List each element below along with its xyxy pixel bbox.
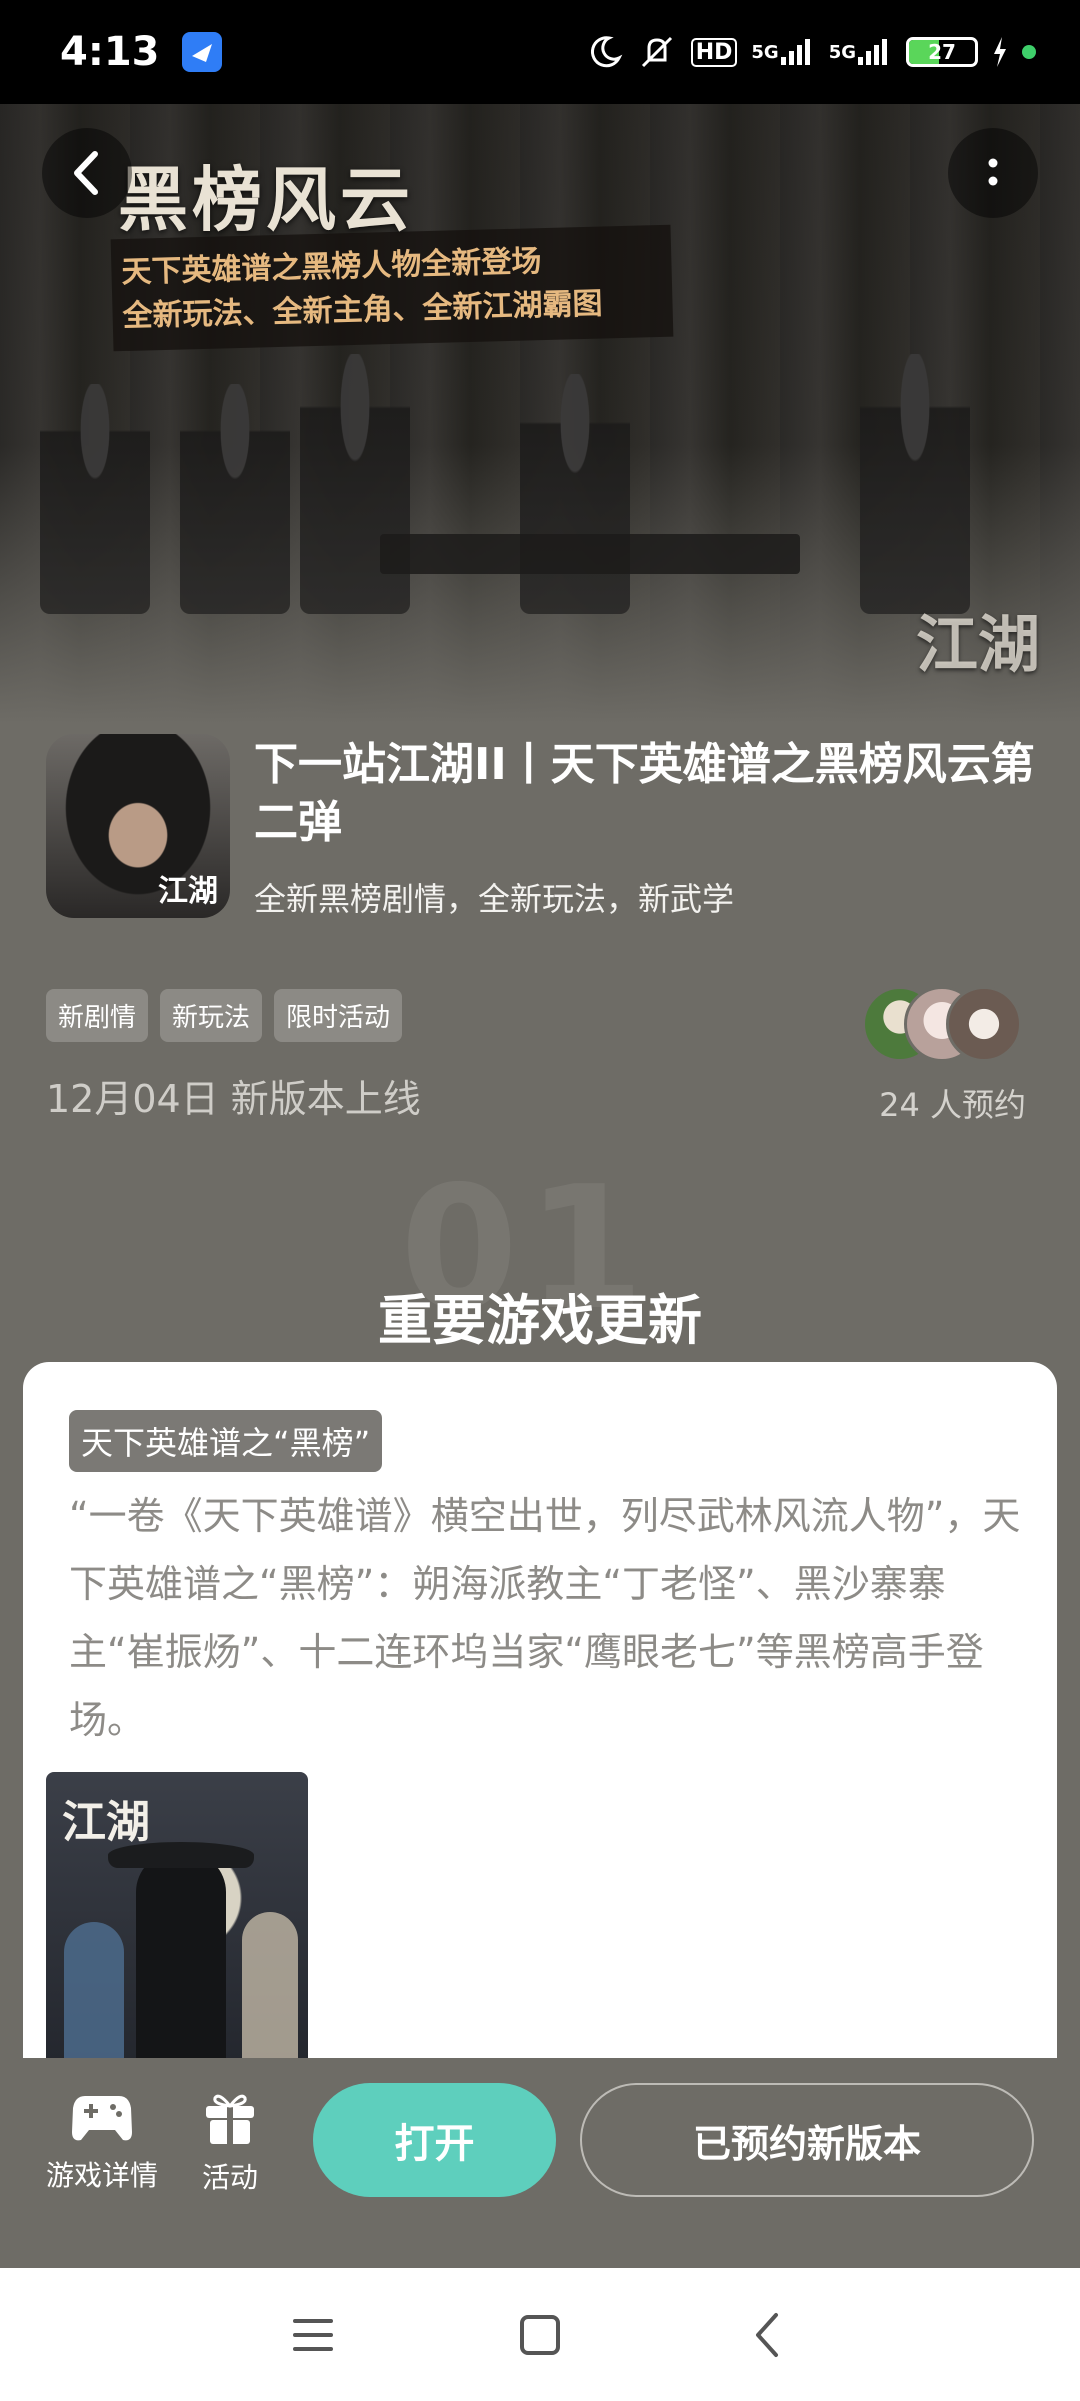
update-card: 天下英雄谱之“黑榜” “一卷《天下英雄谱》横空出世，列尽武林风流人物”，天下英雄… [23,1362,1057,2062]
bottom-action-bar: 游戏详情 活动 打开 已预约新版本 [0,2058,1080,2268]
hd-icon: HD [690,37,738,67]
system-nav-bar [0,2268,1080,2401]
card-image-logo: 江湖 [62,1797,150,1848]
avatar [946,986,1022,1062]
tab-activity-label: 活动 [202,2161,259,2194]
game-icon: 江湖 [46,734,230,918]
tag-item: 新玩法 [160,989,263,1042]
status-dot-icon [1022,45,1036,59]
app-notification-icon [181,32,222,72]
mute-icon [637,34,677,70]
tab-activity[interactable]: 活动 [202,2090,258,2196]
open-button[interactable]: 打开 [313,2083,556,2197]
tag-item: 新剧情 [46,989,149,1042]
chevron-left-icon [74,151,98,195]
release-date: 12月04日 新版本上线 [46,1077,421,1121]
back-nav-icon[interactable] [727,2295,807,2375]
hero-banner: 黑榜风云 天下英雄谱之黑榜人物全新登场 全新玩法、全新主角、全新江湖霸图 江湖 [0,104,1080,724]
card-description: “一卷《天下英雄谱》横空出世，列尽武林风流人物”，天下英雄谱之“黑榜”：朔海派教… [69,1494,1021,1742]
menu-icon[interactable] [273,2295,353,2375]
more-button[interactable] [948,128,1038,218]
banner-subtitle-box: 天下英雄谱之黑榜人物全新登场 全新玩法、全新主角、全新江湖霸图 [110,224,674,352]
game-title: 下一站江湖II丨天下英雄谱之黑榜风云第二弹 [254,739,1035,848]
card-tag: 天下英雄谱之“黑榜” [69,1410,383,1472]
gift-icon [206,2094,254,2144]
banner-title: 黑榜风云 [118,158,414,241]
signal-icon: 5G [829,37,892,67]
status-time: 4:13 [60,29,160,75]
section-title: 重要游戏更新 [378,1289,702,1352]
game-subtitle: 全新黑榜剧情，全新玩法，新武学 [254,880,735,918]
reserver-avatars [862,986,1032,1066]
home-icon[interactable] [500,2295,580,2375]
moon-icon [587,34,623,70]
charging-icon [992,37,1008,67]
tab-game-details-label: 游戏详情 [46,2159,159,2192]
back-button[interactable] [42,128,132,218]
card-image[interactable]: 江湖 [46,1772,308,2062]
game-icon-logo: 江湖 [158,874,218,909]
tag-item: 限时活动 [274,989,403,1042]
tag-list: 新剧情 新玩法 限时活动 [46,989,403,1042]
signal-icon: 5G [751,37,814,67]
more-vertical-icon [988,158,998,186]
status-bar: 4:13 HD 5G 5G 27 [0,0,1080,104]
reserve-count: 24 人预约 [879,1086,1026,1124]
battery-icon: 27 [906,37,978,67]
banner-logo: 江湖 [915,608,1040,681]
reserved-version-button[interactable]: 已预约新版本 [580,2083,1034,2197]
tab-game-details[interactable]: 游戏详情 [46,2090,158,2194]
gamepad-icon [72,2096,132,2141]
